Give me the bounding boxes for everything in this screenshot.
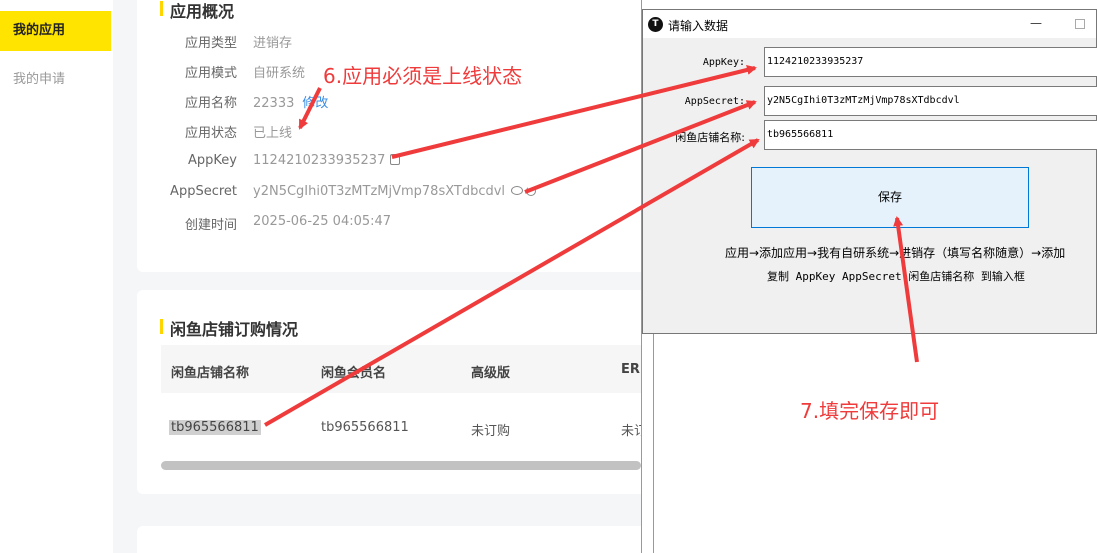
input-dialog: T 请输入数据 — AppKey: 1124210233935237 AppSe… <box>642 9 1097 334</box>
created-time-label: 创建时间 <box>184 218 237 233</box>
app-name-label: 应用名称 <box>184 96 237 111</box>
eye-icon[interactable] <box>511 186 524 195</box>
save-button[interactable]: 保存 <box>751 167 1029 228</box>
hint-line-1: 应用→添加应用→我有自研系统→进销存（填写名称随意）→添加 <box>725 246 1066 260</box>
column-header-erp: ER <box>621 362 640 377</box>
background-divider <box>653 333 654 553</box>
annotation-step6: 6.应用必须是上线状态 <box>323 64 523 88</box>
sidebar: 我的应用 我的申请 <box>0 0 113 553</box>
app-logo-icon: T <box>648 17 663 32</box>
dialog-title: 请输入数据 <box>668 19 729 33</box>
shop-name-field-label: 闲鱼店铺名称: <box>675 131 745 144</box>
bottom-card <box>137 526 647 553</box>
shop-name-input[interactable]: tb965566811 <box>764 120 1097 150</box>
appsecret-label: AppSecret <box>170 184 237 199</box>
app-type-label: 应用类型 <box>184 36 237 51</box>
appsecret-row: y2N5CgIhi0T3zMTzMjVmp78sXTdbcdvl <box>253 184 537 199</box>
copy-icon[interactable] <box>390 154 401 165</box>
refresh-icon[interactable] <box>526 186 537 196</box>
annotation-step7: 7.填完保存即可 <box>800 399 940 423</box>
column-header-premium: 高级版 <box>471 366 511 381</box>
appkey-field-label: AppKey: <box>702 57 745 68</box>
overview-title: 应用概况 <box>160 0 234 22</box>
app-type-value: 进销存 <box>253 36 293 51</box>
app-status-value: 已上线 <box>253 126 293 141</box>
app-name-value: 22333 <box>253 96 295 111</box>
edit-name-link[interactable]: 修改 <box>302 96 328 111</box>
app-mode-value: 自研系统 <box>253 66 306 81</box>
table-cell-member-name: tb965566811 <box>321 420 409 435</box>
appsecret-input[interactable]: y2N5CgIhi0T3zMTzMjVmp78sXTdbcdvl <box>764 86 1097 116</box>
minimize-icon[interactable]: — <box>1028 15 1044 31</box>
appsecret-value: y2N5CgIhi0T3zMTzMjVmp78sXTdbcdvl <box>253 184 506 199</box>
orders-title: 闲鱼店铺订购情况 <box>160 316 298 340</box>
app-status-label: 应用状态 <box>184 126 237 141</box>
appkey-value: 1124210233935237 <box>253 153 386 168</box>
sidebar-item-my-applications[interactable]: 我的申请 <box>0 60 113 100</box>
app-name-row: 22333 修改 <box>253 92 328 111</box>
appkey-input[interactable]: 1124210233935237 <box>764 47 1097 77</box>
dialog-titlebar[interactable]: T 请输入数据 — <box>643 10 1096 38</box>
column-header-shop-name: 闲鱼店铺名称 <box>171 366 250 381</box>
table-cell-premium: 未订购 <box>471 424 511 439</box>
hint-line-2: 复制 AppKey AppSecret 闲鱼店铺名称 到输入框 <box>767 270 1025 283</box>
created-time-value: 2025-06-25 04:05:47 <box>253 214 392 229</box>
sidebar-item-my-apps[interactable]: 我的应用 <box>0 11 111 51</box>
appsecret-field-label: AppSecret: <box>684 96 745 107</box>
column-header-member-name: 闲鱼会员名 <box>321 366 387 381</box>
maximize-icon[interactable] <box>1075 19 1085 29</box>
appkey-row: 1124210233935237 <box>253 153 401 168</box>
horizontal-scrollbar[interactable] <box>161 461 641 470</box>
appkey-label: AppKey <box>188 153 237 168</box>
app-mode-label: 应用模式 <box>184 66 237 81</box>
table-cell-shop-name[interactable]: tb965566811 <box>169 420 261 435</box>
